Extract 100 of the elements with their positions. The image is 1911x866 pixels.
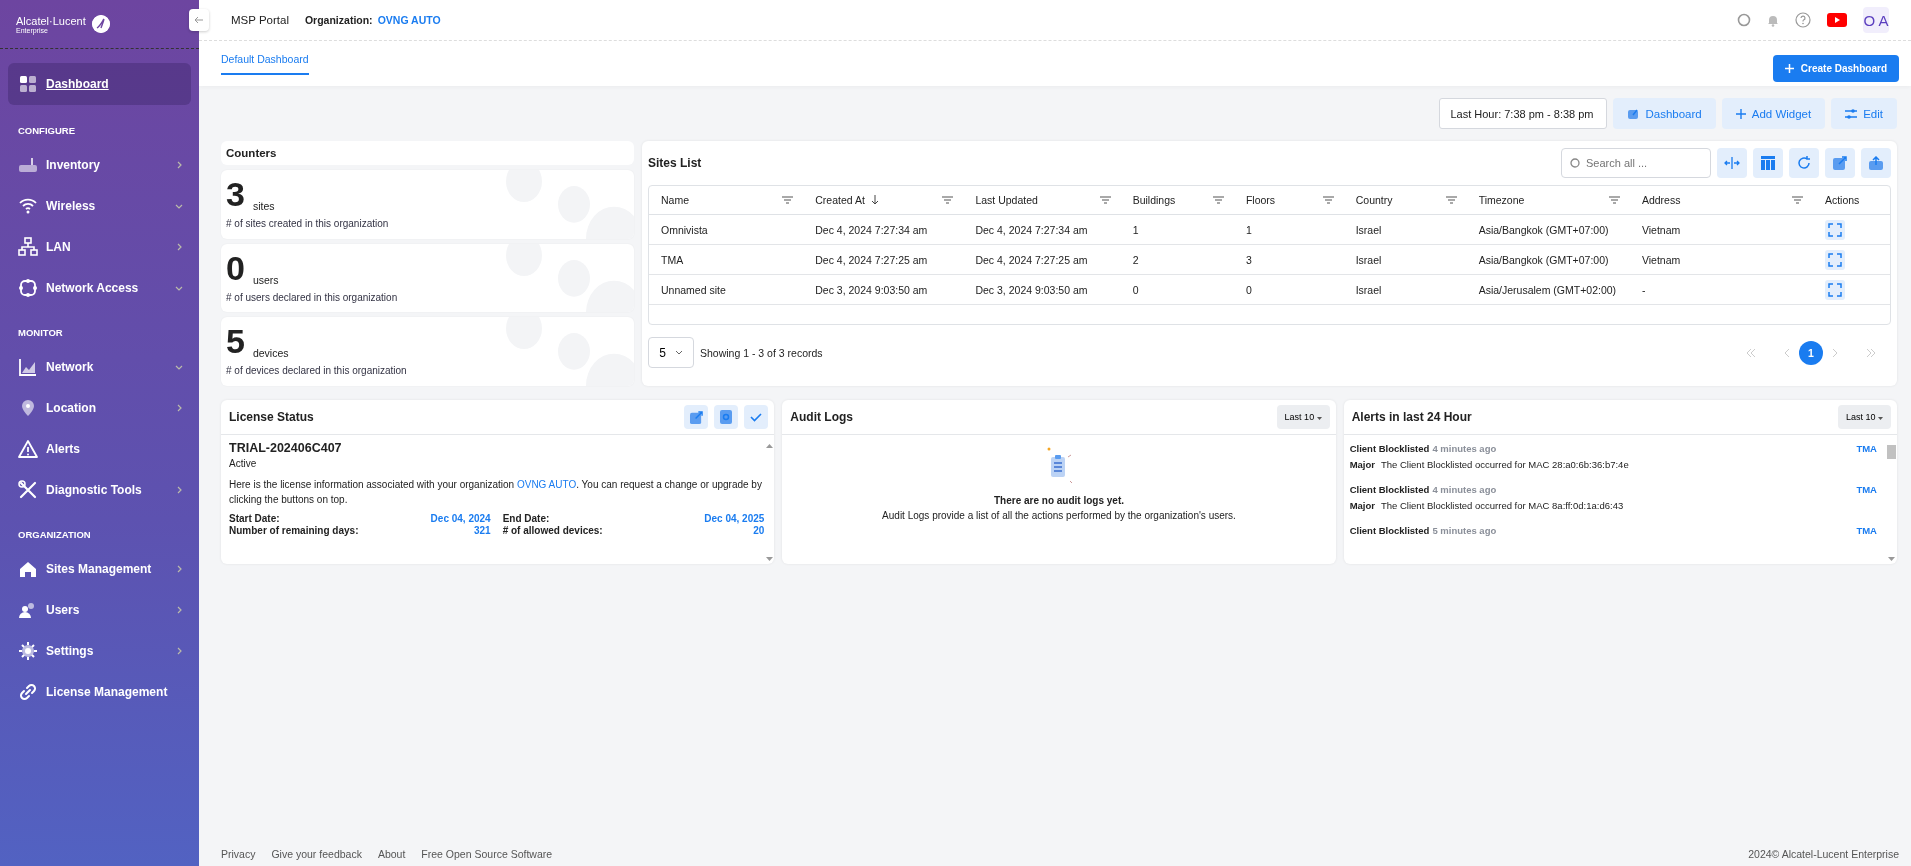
toolbar-button[interactable]: Add Widget [1721,98,1826,129]
first-page-icon[interactable] [1745,346,1757,359]
time-range-field[interactable]: Last Hour: 7:38 pm - 8:38 pm [1439,98,1608,129]
footer-link[interactable]: Give your feedback [271,848,362,860]
user-avatar[interactable]: O A [1863,7,1889,33]
alert-title: Client Blocklisted 4 minutes ago [1349,484,1497,495]
upload-icon [1869,156,1883,170]
video-icon[interactable] [1827,13,1847,27]
filter-icon[interactable] [1608,196,1620,204]
filter-icon[interactable] [1212,196,1224,204]
scroll-up-icon[interactable] [765,443,773,448]
table-cell: Dec 4, 2024 7:27:34 am [975,223,1088,236]
open-external-button[interactable] [684,405,709,429]
filter-icon[interactable] [1445,196,1457,204]
help-icon[interactable] [1795,12,1811,28]
column-header[interactable]: Timezone [1478,194,1525,206]
table-cell: Israel [1355,223,1382,236]
column-header[interactable]: Address [1641,194,1681,206]
sidebar-item[interactable]: Network [8,348,191,386]
resize-columns-button[interactable] [1717,148,1747,178]
page-button[interactable]: 1 [1799,340,1823,365]
sidebar-item[interactable]: Users [8,591,191,629]
sidebar-item[interactable]: Network Access [8,269,191,307]
page-size-select[interactable]: 5 [648,337,694,368]
scrollbar[interactable] [764,441,775,564]
filter-icon[interactable] [942,196,954,204]
sidebar-item[interactable]: Location [8,389,191,427]
menu-icon [18,196,38,216]
refresh-button[interactable] [1789,148,1819,178]
columns-button[interactable] [1753,148,1783,178]
filter-dropdown[interactable]: Last 10 [1276,405,1330,429]
panel-title: Audit Logs [790,410,853,424]
column-header[interactable]: Last Updated [975,194,1038,206]
caret-icon [1316,417,1322,420]
alert-message: Major The Client Blocklisted occurred for MAC 8a:ff:0d:1a:d6:43 [1349,500,1625,511]
expand-button[interactable] [1824,279,1845,300]
counter-description: # of sites created in this organization [226,218,390,229]
toolbar-button[interactable]: Dashboard [1613,98,1716,129]
caret-icon [674,350,683,355]
field-value: Dec 04, 2025 [704,513,765,524]
sidebar-item[interactable]: LAN [8,228,191,266]
site-link[interactable]: TMA [1856,484,1877,495]
export-button[interactable] [1861,148,1891,178]
scrollbar-thumb[interactable] [1887,445,1897,459]
license-id: TRIAL-202406C407 [229,441,343,455]
column-header[interactable]: Floors [1245,194,1276,206]
column-header[interactable]: Actions [1824,194,1860,206]
organization-label: Organization: [304,14,373,26]
sidebar-item[interactable]: Inventory [8,146,191,184]
column-header[interactable]: Name [661,194,689,206]
filter-icon[interactable] [782,196,794,204]
open-external-button[interactable] [1825,148,1855,178]
site-link[interactable]: TMA [1856,443,1877,454]
inspect-button[interactable] [714,405,739,429]
footer-link[interactable]: Privacy [221,848,256,860]
table-cell: Dec 3, 2024 9:03:50 am [815,283,928,296]
sidebar-item[interactable]: Alerts [8,430,191,468]
column-header[interactable]: Buildings [1132,194,1176,206]
copyright: 2024© Alcatel-Lucent Enterprise [1748,848,1899,860]
scroll-down-icon[interactable] [1888,557,1896,562]
last-page-icon[interactable] [1865,346,1877,359]
sidebar-item[interactable]: Sites Management [8,550,191,588]
toolbar-button[interactable]: Edit [1831,98,1897,129]
column-header[interactable]: Country [1355,194,1393,206]
organization-name[interactable]: OVNG AUTO [377,14,441,26]
field-label: Number of remaining days: [229,525,359,536]
sidebar-item[interactable]: Dashboard [8,63,191,105]
field-value: Dec 04, 2024 [430,513,491,524]
search-field[interactable]: Search all ... [1561,148,1711,178]
scrollbar[interactable] [1887,443,1897,564]
logo-icon [91,15,110,33]
filter-icon[interactable] [1099,196,1111,204]
table-cell: Dec 4, 2024 7:27:25 am [975,253,1088,266]
filter-dropdown[interactable]: Last 10 [1837,405,1891,429]
sidebar-item[interactable]: Wireless [8,187,191,225]
check-button[interactable] [744,405,769,429]
expand-button[interactable] [1824,249,1845,270]
sidebar-item[interactable]: Diagnostic Tools [8,471,191,509]
site-link[interactable]: TMA [1856,525,1877,536]
footer-link[interactable]: Free Open Source Software [421,848,553,860]
filter-icon[interactable] [1791,196,1803,204]
menu-icon [18,357,38,377]
menu-icon [18,682,38,702]
create-dashboard-button[interactable]: Create Dashboard [1772,55,1899,82]
status-icon[interactable] [1737,13,1751,27]
filter-icon[interactable] [1322,196,1334,204]
field-label: # of allowed devices: [502,525,603,536]
arrows-icon [1724,157,1740,169]
collapse-button[interactable] [189,9,209,31]
notifications-icon[interactable] [1767,13,1779,27]
sort-arrow-icon[interactable] [870,195,879,205]
menu-icon [18,278,38,298]
panel-title: Alerts in last 24 Hour [1351,410,1472,424]
sidebar-item[interactable]: License Management [8,673,191,711]
footer-link[interactable]: About [377,848,406,860]
dashboard-tab[interactable]: Default Dashboard [221,41,309,75]
expand-button[interactable] [1824,219,1845,240]
sidebar-item[interactable]: Settings [8,632,191,670]
column-header[interactable]: Created At [815,194,865,206]
scroll-down-icon[interactable] [765,557,773,562]
